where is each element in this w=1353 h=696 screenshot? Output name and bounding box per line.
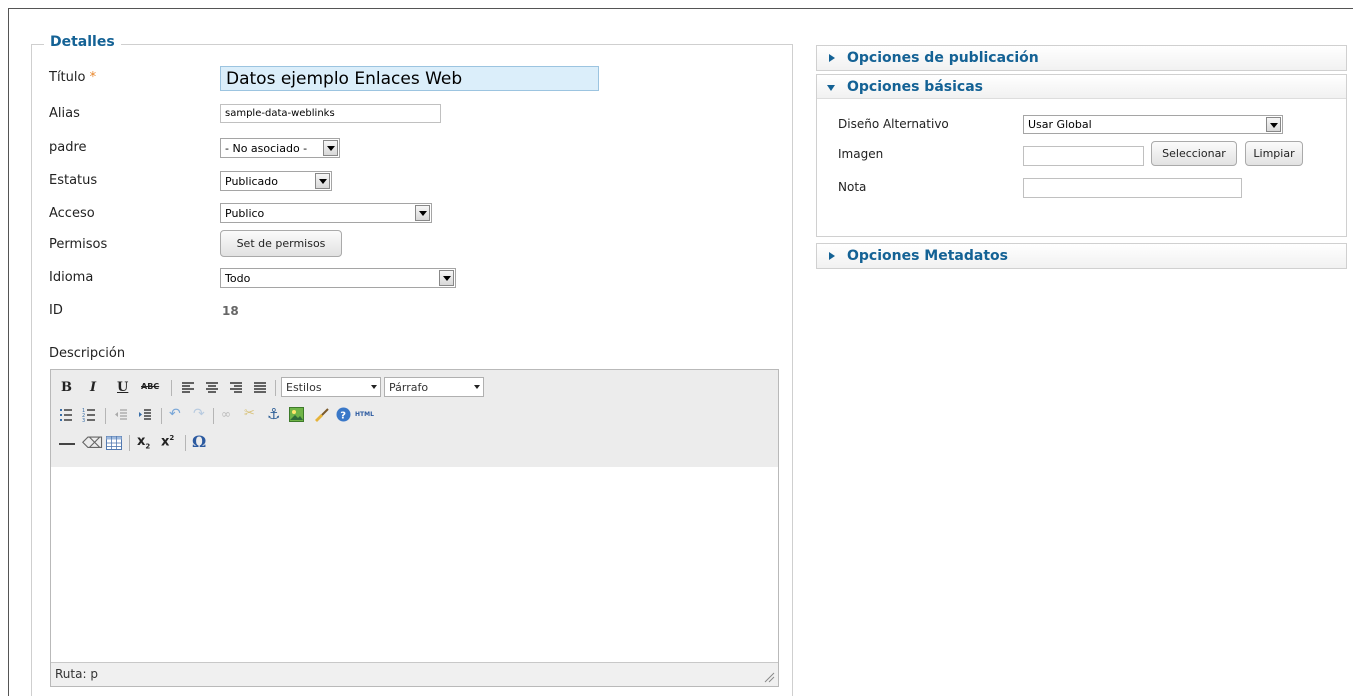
alias-input[interactable]: [220, 104, 441, 123]
styles-select[interactable]: Estilos: [281, 377, 381, 397]
rich-text-editor: B I U ABC Estilos Párrafo 123 ↶ ↷ ∞ ✂ ⚓ …: [50, 369, 779, 687]
table-icon[interactable]: [106, 436, 122, 450]
description-label: Descripción: [49, 346, 126, 361]
alternative-layout-select[interactable]: Usar Global: [1023, 115, 1283, 134]
metadata-options-panel: Opciones Metadatos: [816, 243, 1347, 269]
svg-text:3: 3: [82, 418, 85, 422]
align-right-icon[interactable]: [229, 381, 243, 395]
strikethrough-icon[interactable]: ABC: [141, 382, 159, 391]
access-select[interactable]: Publico: [220, 203, 432, 223]
title-input[interactable]: [220, 66, 599, 91]
toolbar-separator: [185, 435, 186, 451]
cleanup-brush-icon[interactable]: [313, 407, 329, 422]
toolbar-separator: [129, 435, 130, 451]
align-center-icon[interactable]: [205, 381, 219, 395]
id-label: ID: [49, 303, 63, 318]
image-input[interactable]: [1023, 146, 1144, 166]
caret-right-icon: [829, 54, 835, 62]
parent-label: padre: [49, 140, 87, 155]
chevron-down-icon: [439, 270, 454, 286]
editor-toolbar: B I U ABC Estilos Párrafo 123 ↶ ↷ ∞ ✂ ⚓ …: [51, 370, 778, 468]
align-justify-icon[interactable]: [253, 381, 267, 395]
editor-path: Ruta: p: [55, 667, 98, 681]
chevron-down-icon: [1266, 117, 1281, 132]
numbered-list-icon[interactable]: 123: [82, 408, 96, 422]
note-input[interactable]: [1023, 178, 1242, 198]
details-legend: Detalles: [44, 34, 121, 50]
bold-icon[interactable]: B: [61, 380, 72, 395]
editor-statusbar: Ruta: p: [51, 662, 778, 686]
eraser-icon[interactable]: ⌫: [82, 434, 103, 452]
undo-icon[interactable]: ↶: [169, 406, 181, 422]
chevron-down-icon: [371, 385, 377, 389]
clear-image-button[interactable]: Limpiar: [1245, 141, 1303, 166]
language-select[interactable]: Todo: [220, 268, 456, 288]
chevron-down-icon: [315, 173, 330, 189]
toolbar-separator: [161, 408, 162, 424]
publishing-options-header[interactable]: Opciones de publicación: [817, 46, 1346, 70]
chevron-down-icon: [323, 140, 338, 156]
align-left-icon[interactable]: [181, 381, 195, 395]
alternative-layout-label: Diseño Alternativo: [838, 117, 949, 131]
editor-content-area[interactable]: [51, 467, 778, 663]
toolbar-separator: [213, 408, 214, 424]
caret-right-icon: [829, 252, 835, 260]
image-label: Imagen: [838, 147, 884, 161]
svg-text:?: ?: [340, 411, 346, 422]
horizontal-rule-icon[interactable]: [59, 443, 75, 445]
parent-select[interactable]: - No asociado -: [220, 138, 340, 158]
superscript-icon[interactable]: x2: [161, 434, 174, 449]
toolbar-separator: [171, 380, 172, 396]
toolbar-separator: [275, 380, 276, 396]
unlink-icon: ✂: [244, 406, 255, 421]
status-label: Estatus: [49, 173, 98, 188]
status-select[interactable]: Publicado: [220, 171, 332, 191]
note-label: Nota: [838, 180, 867, 194]
basic-options-header[interactable]: Opciones básicas: [817, 75, 1346, 99]
indent-icon[interactable]: [138, 408, 152, 422]
metadata-options-header[interactable]: Opciones Metadatos: [817, 244, 1346, 268]
toolbar-separator: [105, 408, 106, 424]
resize-handle-icon[interactable]: [764, 672, 775, 683]
required-marker: *: [89, 70, 97, 85]
alias-label: Alias: [49, 106, 80, 121]
italic-icon[interactable]: I: [90, 380, 96, 395]
format-select[interactable]: Párrafo: [384, 377, 484, 397]
anchor-icon[interactable]: ⚓: [267, 405, 280, 423]
link-icon[interactable]: ∞: [221, 407, 231, 421]
id-value: 18: [222, 304, 239, 318]
redo-icon[interactable]: ↷: [193, 406, 205, 422]
publishing-options-panel: Opciones de publicación: [816, 45, 1347, 71]
language-label: Idioma: [49, 270, 94, 285]
underline-icon[interactable]: U: [117, 380, 128, 395]
subscript-icon[interactable]: x2: [137, 434, 150, 451]
select-image-button[interactable]: Seleccionar: [1151, 141, 1237, 166]
special-character-icon[interactable]: Ω: [192, 432, 206, 451]
html-source-button[interactable]: HTML: [355, 411, 374, 418]
outdent-icon: [115, 409, 127, 420]
permissions-label: Permisos: [49, 237, 108, 252]
set-permissions-button[interactable]: Set de permisos: [220, 230, 342, 257]
chevron-down-icon: [415, 205, 430, 221]
bullet-list-icon[interactable]: [59, 408, 73, 422]
help-icon[interactable]: ?: [336, 407, 351, 422]
title-label: Título *: [49, 70, 97, 85]
chevron-down-icon: [474, 385, 480, 389]
caret-down-icon: [827, 85, 835, 91]
image-icon[interactable]: [289, 407, 304, 422]
access-label: Acceso: [49, 206, 95, 221]
